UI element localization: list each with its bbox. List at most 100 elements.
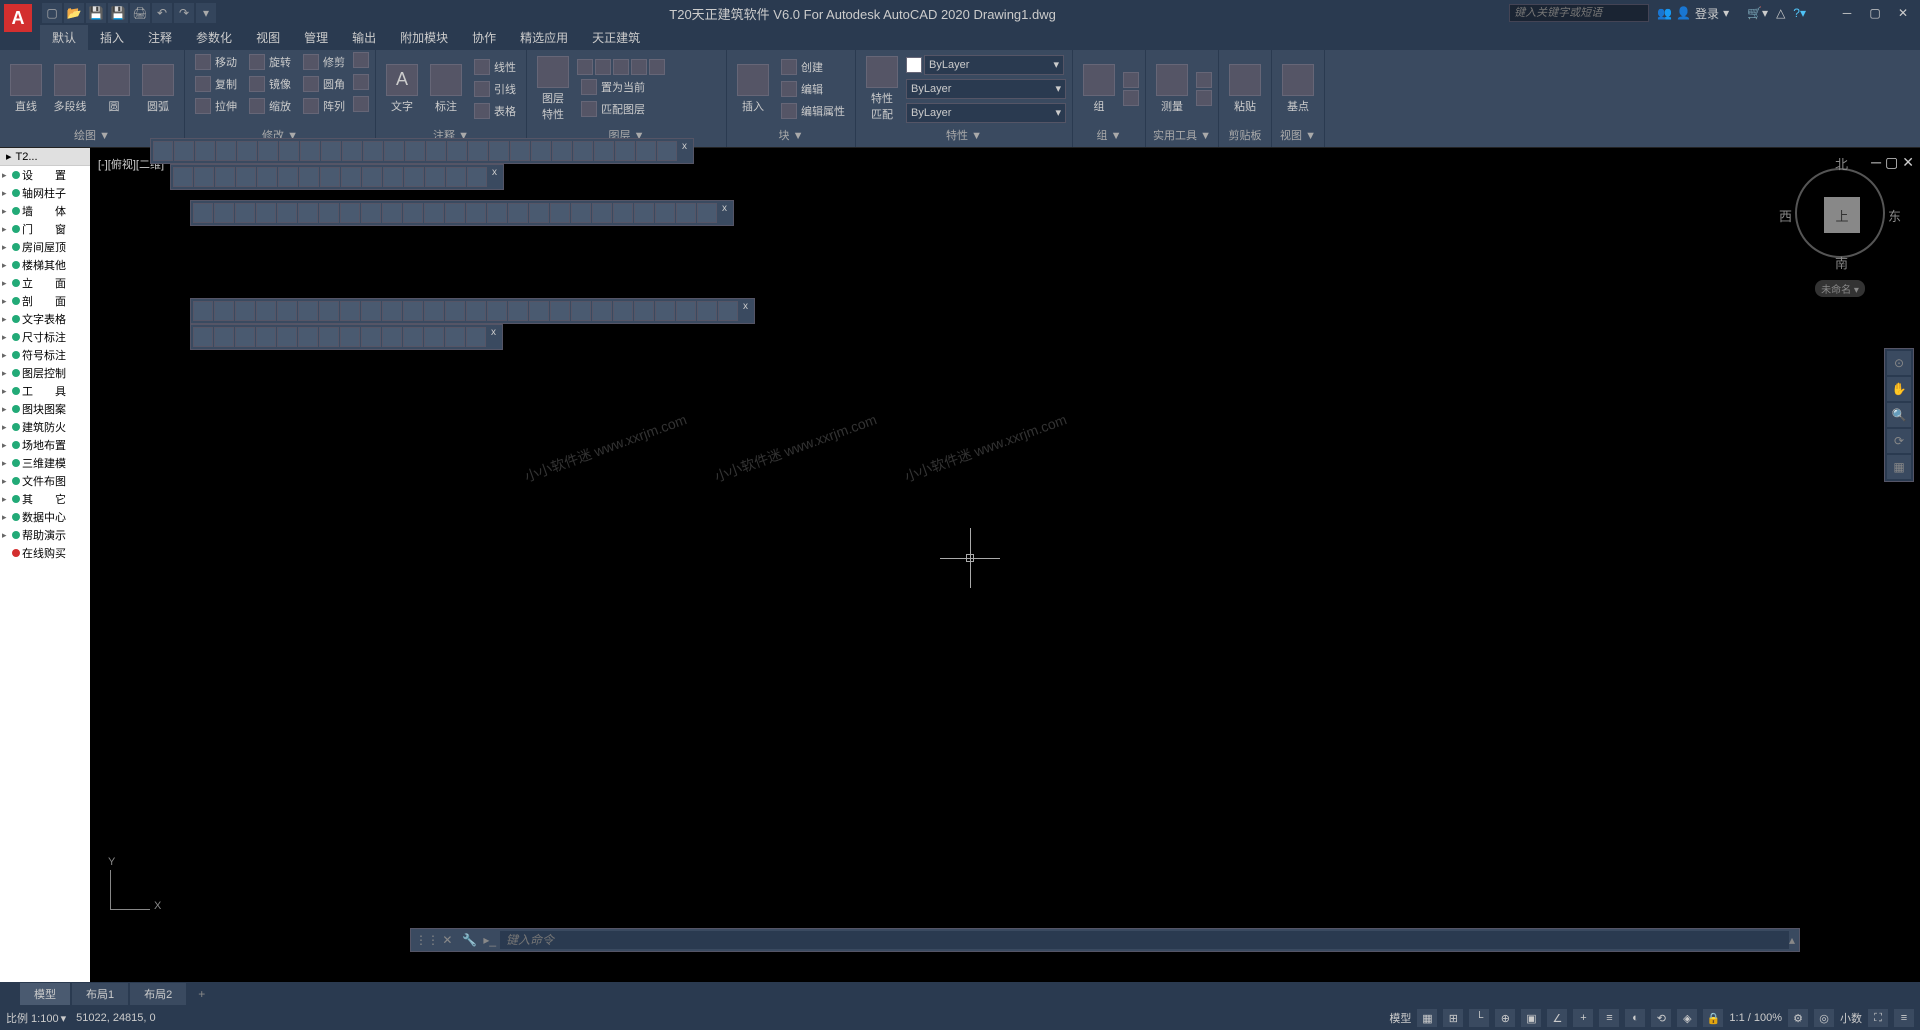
draw-tool-button[interactable]: 圆 xyxy=(94,56,134,122)
tb-btn[interactable] xyxy=(424,203,444,223)
tb-btn[interactable] xyxy=(592,301,612,321)
cmd-recent-icon[interactable]: ▴ xyxy=(1789,933,1795,947)
tb-btn[interactable] xyxy=(426,141,446,161)
tb-btn[interactable] xyxy=(424,301,444,321)
tb-btn[interactable] xyxy=(215,167,235,187)
tb-btn[interactable] xyxy=(256,301,276,321)
cycling-icon[interactable]: ⟲ xyxy=(1651,1009,1671,1027)
floating-toolbar-5[interactable]: x xyxy=(190,324,503,350)
tb-btn[interactable] xyxy=(403,203,423,223)
tb-btn[interactable] xyxy=(298,301,318,321)
ribbon-tab[interactable]: 精选应用 xyxy=(508,25,580,50)
match-properties-button[interactable]: 特性 匹配 xyxy=(862,56,902,122)
toolbar-close-icon[interactable]: x xyxy=(488,167,501,187)
qat-plot-icon[interactable]: 🖨 xyxy=(130,3,150,23)
polar-toggle-icon[interactable]: ⊕ xyxy=(1495,1009,1515,1027)
tb-btn[interactable] xyxy=(613,301,633,321)
tb-btn[interactable] xyxy=(634,301,654,321)
layout-tab[interactable]: 模型 xyxy=(20,983,70,1005)
tb-btn[interactable] xyxy=(615,141,635,161)
tb-btn[interactable] xyxy=(362,167,382,187)
tb-btn[interactable] xyxy=(256,203,276,223)
tb-btn[interactable] xyxy=(278,167,298,187)
extra-icon[interactable] xyxy=(353,74,369,90)
snap-toggle-icon[interactable]: ⊞ xyxy=(1443,1009,1463,1027)
tb-btn[interactable] xyxy=(319,301,339,321)
tb-btn[interactable] xyxy=(319,203,339,223)
viewcube-south[interactable]: 南 xyxy=(1835,253,1848,272)
toolbar-close-icon[interactable]: x xyxy=(678,141,691,161)
tb-btn[interactable] xyxy=(174,141,194,161)
block-tool-button[interactable]: 编辑 xyxy=(777,79,849,99)
palette-category[interactable]: ▸房间屋顶 xyxy=(0,238,90,256)
ribbon-tab[interactable]: 参数化 xyxy=(184,25,244,50)
ribbon-tab[interactable]: 输出 xyxy=(340,25,388,50)
tb-btn[interactable] xyxy=(298,203,318,223)
tb-btn[interactable] xyxy=(550,301,570,321)
tb-btn[interactable] xyxy=(214,203,234,223)
tb-btn[interactable] xyxy=(655,203,675,223)
layer-more-icon[interactable] xyxy=(649,59,665,75)
maximize-button[interactable]: ▢ xyxy=(1862,4,1888,22)
cart-icon[interactable]: 🛒▾ xyxy=(1747,6,1768,20)
tb-btn[interactable] xyxy=(487,301,507,321)
tb-btn[interactable] xyxy=(383,167,403,187)
tb-btn[interactable] xyxy=(468,141,488,161)
tb-btn[interactable] xyxy=(613,203,633,223)
tb-btn[interactable] xyxy=(340,301,360,321)
command-input[interactable] xyxy=(500,931,1789,949)
paste-button[interactable]: 粘贴 xyxy=(1225,56,1265,122)
tb-btn[interactable] xyxy=(257,167,277,187)
transparency-icon[interactable]: ◐ xyxy=(1625,1009,1645,1027)
palette-category[interactable]: ▸三维建模 xyxy=(0,454,90,472)
close-button[interactable]: ✕ xyxy=(1890,4,1916,22)
ortho-toggle-icon[interactable]: └ xyxy=(1469,1009,1489,1027)
tb-btn[interactable] xyxy=(466,301,486,321)
otrack-toggle-icon[interactable]: ∠ xyxy=(1547,1009,1567,1027)
tb-btn[interactable] xyxy=(384,141,404,161)
tb-btn[interactable] xyxy=(300,141,320,161)
tb-btn[interactable] xyxy=(193,301,213,321)
toolbar-close-icon[interactable]: x xyxy=(487,327,500,347)
tb-btn[interactable] xyxy=(592,203,612,223)
tb-btn[interactable] xyxy=(404,167,424,187)
ribbon-tab[interactable]: 注释 xyxy=(136,25,184,50)
scale-display[interactable]: 比例 1:100 ▾ xyxy=(6,1010,66,1026)
tb-btn[interactable] xyxy=(193,203,213,223)
cloud-icon[interactable]: △ xyxy=(1776,6,1785,20)
tb-btn[interactable] xyxy=(510,141,530,161)
modify-tool-button[interactable]: 缩放 xyxy=(245,96,295,116)
palette-category[interactable]: ▸设 置 xyxy=(0,166,90,184)
ucs-icon[interactable]: Y X xyxy=(110,870,150,922)
tb-btn[interactable] xyxy=(340,327,360,347)
tb-btn[interactable] xyxy=(424,327,444,347)
nav-orbit-icon[interactable]: ⟳ xyxy=(1887,429,1911,453)
tb-btn[interactable] xyxy=(382,327,402,347)
tb-btn[interactable] xyxy=(718,301,738,321)
palette-category[interactable]: ▸帮助演示 xyxy=(0,526,90,544)
util-icon[interactable] xyxy=(1196,72,1212,88)
tb-btn[interactable] xyxy=(697,203,717,223)
login-button[interactable]: 👥 👤 登录 ▾ xyxy=(1657,5,1729,22)
modify-tool-button[interactable]: 镜像 xyxy=(245,74,295,94)
nav-wheel-icon[interactable]: ⊙ xyxy=(1887,351,1911,375)
tb-btn[interactable] xyxy=(466,327,486,347)
tb-btn[interactable] xyxy=(277,203,297,223)
tb-btn[interactable] xyxy=(405,141,425,161)
tb-btn[interactable] xyxy=(447,141,467,161)
tb-btn[interactable] xyxy=(195,141,215,161)
tb-btn[interactable] xyxy=(594,141,614,161)
customize-icon[interactable]: ≡ xyxy=(1894,1009,1914,1027)
tb-btn[interactable] xyxy=(403,301,423,321)
tb-btn[interactable] xyxy=(657,141,677,161)
palette-category[interactable]: 在线购买 xyxy=(0,544,90,562)
block-tool-button[interactable]: 编辑属性 xyxy=(777,101,849,121)
annotation-scale-icon[interactable]: 🔒 xyxy=(1703,1009,1723,1027)
tb-btn[interactable] xyxy=(445,301,465,321)
match-layer-button[interactable]: 匹配图层 xyxy=(577,99,665,119)
tb-btn[interactable] xyxy=(319,327,339,347)
tb-btn[interactable] xyxy=(361,301,381,321)
zoom-display[interactable]: 1:1 / 100% xyxy=(1729,1012,1782,1024)
palette-category[interactable]: ▸场地布置 xyxy=(0,436,90,454)
ribbon-tab[interactable]: 天正建筑 xyxy=(580,25,652,50)
